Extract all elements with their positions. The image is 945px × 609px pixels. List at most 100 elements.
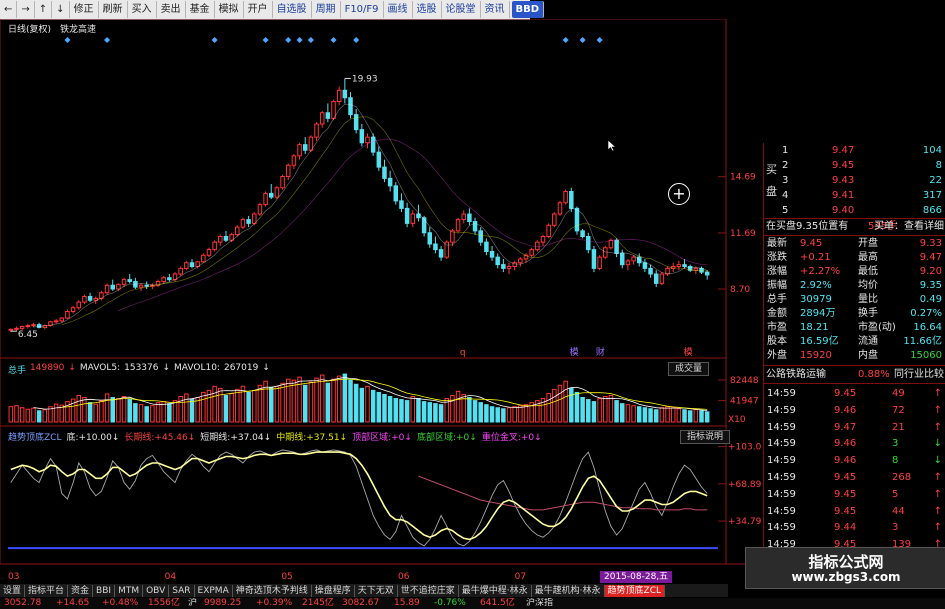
down-arrow-icon: ↓ — [534, 433, 542, 443]
candle-body — [608, 239, 614, 249]
candle-body — [648, 267, 653, 275]
signal-diamond-icon — [296, 37, 303, 43]
toolbar-item[interactable]: 画线 — [384, 1, 413, 18]
watermark: 指标公式网 www.zbgs3.com — [745, 547, 945, 589]
indicator-tab[interactable]: MTM — [115, 584, 144, 597]
volume-tick-label: 82448 — [730, 376, 759, 386]
tick-row: 14:59 9.45 44 ↑ — [764, 505, 945, 519]
volume-bar — [348, 379, 353, 423]
toolbar-item[interactable]: 论股堂 — [442, 1, 481, 18]
toolbar-item[interactable]: → — [17, 1, 35, 18]
volume-bar — [268, 386, 274, 423]
stat-label: 流通 — [858, 336, 878, 347]
indicator-tab[interactable]: EXPMA — [195, 584, 233, 597]
candle-body — [314, 123, 319, 138]
volume-bar — [19, 407, 25, 423]
mavol10-arrow-icon: ↓ — [262, 363, 270, 373]
zoom-plus-icon[interactable]: + — [668, 183, 690, 205]
indicator-tab[interactable]: 神奇选顶木予判线 — [233, 584, 312, 597]
indicator-tab[interactable]: 最牛爆中程·林永 — [459, 584, 532, 597]
price-tick-label: 14.69 — [730, 173, 756, 183]
indicator-item-label: 重位金叉: — [481, 433, 521, 443]
volume-bar — [53, 403, 59, 423]
sector-compare-button[interactable]: 同行业比较 — [894, 368, 944, 382]
volume-bar — [274, 385, 280, 423]
quote-panel: 买盘 1 9.47 104 2 9.45 8 3 9.43 22 4 9.41 317 5 9.40 866 在… — [763, 143, 945, 588]
indicator-item-label: 顶部区域: — [352, 433, 392, 443]
toolbar-item[interactable]: 模拟 — [215, 1, 244, 18]
indicator-tab[interactable]: 指标平台 — [25, 584, 69, 597]
candle-body — [393, 185, 399, 202]
volume-bar — [569, 387, 574, 423]
toolbar-item[interactable]: 资讯 — [481, 1, 510, 18]
down-arrow-icon: ↓ — [933, 455, 942, 467]
x-tick-label: 07 — [515, 572, 526, 582]
indicator-tab[interactable]: 世不追控庄家 — [398, 584, 459, 597]
toolbar-item[interactable]: 选股 — [413, 1, 442, 18]
volume-bar — [36, 410, 42, 423]
indicator-tab[interactable]: 设置 — [0, 584, 26, 597]
stat-label: 市盈(动) — [858, 322, 896, 333]
volume-bar — [116, 398, 121, 423]
volume-bar — [302, 384, 308, 423]
toolbar-item[interactable]: F10/F9 — [341, 1, 384, 18]
toolbar-item[interactable]: 自选股 — [273, 1, 312, 18]
down-arrow-icon: ↓ — [339, 433, 348, 443]
indicator-tab[interactable]: 最牛趚机构·林永 — [532, 584, 605, 597]
volume-bar — [648, 408, 653, 423]
volume-bar — [438, 404, 444, 423]
stat-value: 0.49 — [919, 294, 942, 305]
period-label[interactable]: 日线(复权) — [8, 22, 51, 35]
candle-body — [455, 219, 461, 232]
toolbar-item[interactable]: 修正 — [70, 1, 99, 18]
indicator-item: 长期线:+45.46↓ — [124, 430, 195, 443]
toolbar-item[interactable]: 卖出 — [157, 1, 186, 18]
tick-volume: 8 — [892, 455, 899, 467]
volume-bar — [133, 403, 138, 423]
toolbar-item[interactable]: 周期 — [312, 1, 341, 18]
volume-value: 149890 — [30, 363, 65, 373]
indicator-name[interactable]: 趋势顶底ZCL — [8, 430, 61, 443]
volume-bar — [478, 402, 483, 423]
toolbar-item[interactable]: 刷新 — [99, 1, 128, 18]
indicator-tab[interactable]: OBV — [143, 584, 170, 597]
volume-type-button[interactable]: 成交量 — [668, 362, 710, 376]
toolbar-item[interactable]: 买入 — [128, 1, 157, 18]
tick-time: 14:59 — [767, 488, 796, 500]
pending-order-text: 在买盘9.35位置有 — [766, 221, 849, 232]
candle-body — [569, 191, 574, 209]
indicator-item: 短期线:+37.04↓ — [200, 430, 271, 443]
indicator-item-value: +0 — [520, 433, 535, 443]
volume-bar — [336, 375, 342, 423]
toolbar-item[interactable]: 开户 — [244, 1, 273, 18]
quote-stat-row: 振幅 2.92% 均价 9.35 — [764, 279, 945, 293]
volume-bar — [291, 379, 297, 423]
tick-row: 14:59 9.44 3 ↑ — [764, 521, 945, 535]
toolbar-item[interactable]: 基金 — [186, 1, 215, 18]
indicator-tab[interactable]: 资金 — [68, 584, 94, 597]
indicator-tab[interactable]: 操盘程序 — [312, 584, 355, 597]
bid-volume: 104 — [922, 145, 942, 156]
tick-time: 14:59 — [767, 505, 796, 517]
indicator-tab[interactable]: 天下无双 — [355, 584, 398, 597]
toolbar-item[interactable]: ← — [0, 1, 18, 18]
indicator-tick-label: +68.89 — [728, 480, 762, 490]
pending-order-row: 在买盘9.35位置有 535手 买单：查看详细 — [764, 220, 945, 234]
indicator-tab[interactable]: 趋势顶底ZCL — [604, 584, 666, 597]
toolbar-item[interactable]: ↑ — [35, 1, 53, 18]
tick-price: 9.45 — [834, 472, 857, 483]
candle-body — [246, 219, 251, 224]
bbd-button[interactable]: BBD — [511, 1, 545, 18]
toolbar-item[interactable]: ↓ — [52, 1, 70, 18]
indicator-help-button[interactable]: 指标说明 — [680, 430, 731, 444]
volume-bar — [455, 390, 461, 423]
sector-name: 公路铁路运输 — [766, 369, 826, 380]
volume-bar — [636, 406, 642, 423]
indicator-tab[interactable]: BBI — [93, 584, 116, 597]
chart-area[interactable]: 14.69 11.69 8.70 19.93 6.45 q 模 财 模 82448 41947 X1… — [0, 19, 763, 584]
quote-stat-row: 股本 16.59亿 流通 11.66亿 — [764, 335, 945, 349]
candle-body — [676, 264, 682, 267]
candle-body — [518, 258, 523, 264]
indicator-tab[interactable]: SAR — [169, 584, 195, 597]
tick-row: 14:59 9.45 5 ↑ — [764, 488, 945, 502]
